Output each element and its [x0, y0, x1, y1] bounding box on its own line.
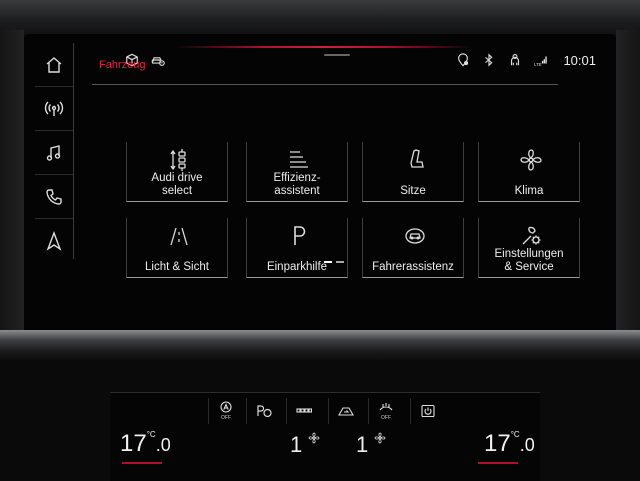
page-dot-active [324, 261, 332, 263]
tile-label: Licht & Sicht [145, 261, 209, 273]
left-bezel [0, 30, 24, 340]
recirculation-icon [338, 407, 354, 416]
location-icon [455, 52, 471, 68]
right-seat-heat-indicator [478, 462, 518, 472]
climate-power-button[interactable] [410, 398, 445, 424]
parking-heater-button[interactable] [246, 398, 281, 424]
parking-heater-icon [257, 405, 272, 418]
seat-heat-icon [296, 408, 312, 413]
tile-einparkhilfe[interactable]: Einparkhilfe [246, 218, 348, 278]
left-temp-unit: °C [146, 430, 156, 439]
right-bezel [616, 30, 640, 340]
sidebar-item-navigation[interactable] [35, 219, 73, 262]
tile-label: Effizienz- assistent [273, 172, 321, 197]
tile-audi-drive-select[interactable]: Audi drive select [126, 142, 228, 202]
right-temperature[interactable]: 17°C.0 [484, 430, 535, 458]
radio-icon [44, 101, 64, 116]
right-temp-decimal: 0 [524, 435, 535, 455]
status-right: LTE 10:01 [455, 52, 596, 68]
navigation-icon [46, 230, 62, 251]
left-fan-value: 1 [290, 432, 303, 457]
seat-icon [410, 149, 424, 168]
left-temperature[interactable]: 17°C.0 [120, 430, 171, 458]
left-seat-heat-indicator [122, 462, 162, 472]
clock: 10:01 [563, 52, 596, 68]
tile-licht[interactable]: Licht & Sicht [126, 218, 228, 278]
windshield-defrost-icon [379, 403, 393, 411]
top-accent-line [174, 46, 474, 48]
recirculation-button[interactable] [328, 398, 363, 424]
right-fan-value: 1 [356, 432, 369, 457]
settings-service-icon [522, 226, 541, 245]
tile-label: Audi drive select [151, 172, 203, 197]
fan-small-icon [308, 432, 320, 444]
auto-a-icon [220, 401, 232, 413]
car-info-icon[interactable] [150, 52, 166, 68]
climate-screen [110, 392, 540, 481]
efficiency-icon [290, 151, 308, 168]
home-icon [46, 56, 62, 73]
drive-select-icon [170, 149, 186, 171]
phone-icon [46, 188, 62, 205]
driver-assist-icon [405, 228, 425, 244]
tile-klima[interactable]: Klima [478, 142, 580, 202]
parking-icon [294, 226, 306, 245]
tile-einstellungen[interactable]: Einstellungen & Service [478, 218, 580, 278]
tile-label: Klima [514, 185, 544, 197]
sidebar [35, 43, 74, 259]
auto-off-button[interactable]: OFF [208, 398, 243, 424]
page-title: Fahrzeug [99, 59, 146, 71]
sidebar-item-home[interactable] [35, 43, 73, 87]
defrost-label: OFF [381, 415, 391, 421]
sidebar-item-music[interactable] [35, 131, 73, 175]
tile-sitze[interactable]: Sitze [362, 142, 464, 202]
tile-fahrerassistenz[interactable]: Fahrerassistenz [362, 218, 464, 278]
sidebar-item-phone[interactable] [35, 175, 73, 219]
page-indicator [324, 261, 344, 263]
auto-off-label: OFF [221, 415, 231, 421]
power-icon [421, 404, 435, 418]
defrost-button[interactable]: OFF [368, 398, 403, 424]
bluetooth-icon [481, 52, 497, 68]
title-divider [92, 84, 558, 85]
tile-label: Einstellungen & Service [494, 248, 564, 273]
fan-icon [520, 149, 542, 171]
top-bezel [0, 0, 640, 34]
music-icon [46, 144, 61, 161]
rear-heat-button[interactable] [286, 398, 321, 424]
chrome-trim [0, 330, 640, 360]
svg-text:LTE: LTE [534, 62, 542, 67]
left-temp-value: 17 [120, 430, 147, 457]
tile-effizienz[interactable]: Effizienz- assistent [246, 142, 348, 202]
notification-grabber[interactable] [324, 54, 350, 56]
lte-signal-icon: LTE [533, 52, 549, 68]
tile-label: Sitze [400, 185, 426, 197]
fan-small-icon [374, 432, 386, 444]
left-fan-level[interactable]: 1 [290, 432, 320, 458]
right-fan-level[interactable]: 1 [356, 432, 386, 458]
person-icon [507, 52, 523, 68]
right-temp-unit: °C [510, 430, 520, 439]
sidebar-item-radio[interactable] [35, 87, 73, 131]
right-temp-value: 17 [484, 430, 511, 457]
tile-label: Fahrerassistenz [372, 261, 454, 273]
page-dot [336, 261, 344, 263]
left-temp-decimal: 0 [160, 435, 171, 455]
light-icon [170, 227, 188, 246]
